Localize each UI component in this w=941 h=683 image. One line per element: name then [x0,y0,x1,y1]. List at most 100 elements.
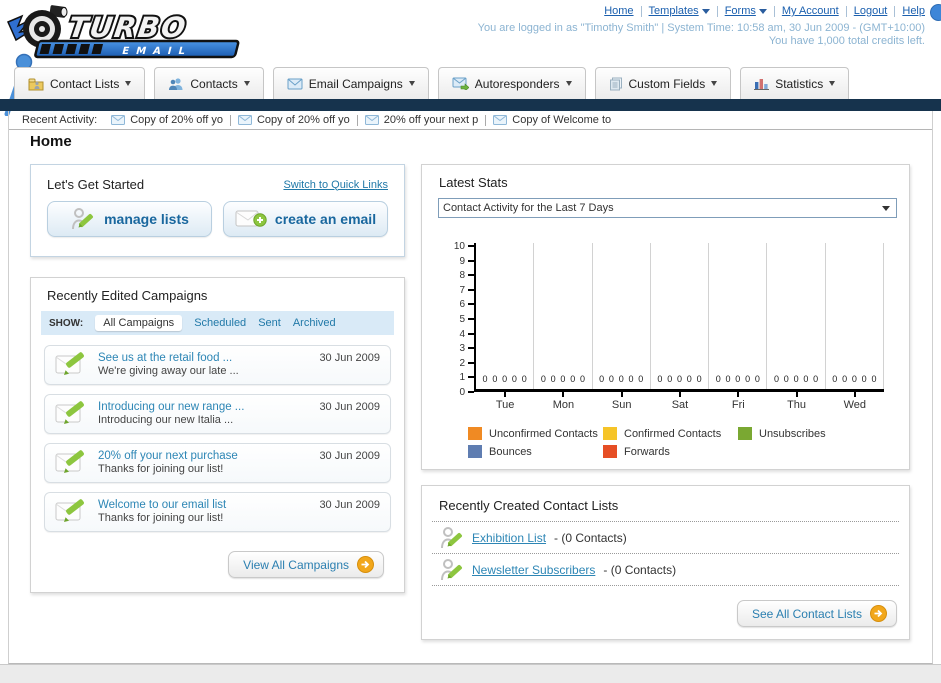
manage-lists-button[interactable]: manage lists [47,201,212,237]
nav-link-help[interactable]: Help [902,5,925,17]
latest-stats-title: Latest Stats [439,175,508,190]
turbo-email-dashboard: TURBO EMAIL Home Templates Forms My Acco… [0,0,941,683]
campaign-list: See us at the retail food ... We're givi… [31,335,404,532]
folder-contacts-icon [28,77,44,91]
campaigns-panel: Recently Edited Campaigns SHOW: All Camp… [30,277,405,593]
nav-separator [845,5,847,17]
tab-label: Contact Lists [50,76,120,91]
tab-label: Contacts [190,76,238,91]
filter-sent[interactable]: Sent [258,317,281,329]
campaign-subtitle: Thanks for joining our list! [98,512,224,525]
tab-statistics[interactable]: Statistics [740,67,850,99]
x-tick-label: Mon [552,399,575,411]
page-footer [0,664,941,683]
create-email-button[interactable]: create an email [223,201,388,237]
nav-link-forms[interactable]: Forms [725,5,767,17]
pages-icon [609,77,623,91]
chart-value-label: 0 [696,374,702,384]
chart-value-label: 0 [754,374,760,384]
chart-legend: Unconfirmed Contacts Confirmed Contacts … [468,427,898,458]
x-tick-mark [562,392,565,397]
campaign-link[interactable]: Welcome to our email list [98,498,310,512]
chart-value-label: 0 [657,374,663,384]
tab-custom-fields[interactable]: Custom Fields [594,67,732,99]
legend-label: Forwards [624,445,670,458]
main-nav-tabs: Contact Lists Contacts Email Campaigns A… [14,67,850,99]
campaign-row[interactable]: Introducing our new range ... Introducin… [44,394,391,434]
chevron-down-icon [565,81,572,86]
nav-link-home[interactable]: Home [604,5,633,17]
legend-swatch [468,427,482,440]
tab-autoresponders[interactable]: Autoresponders [437,67,586,99]
tab-contacts[interactable]: Contacts [154,67,264,99]
legend-label: Bounces [489,445,532,458]
envelope-pencil-icon [55,498,89,526]
filter-scheduled[interactable]: Scheduled [194,317,246,329]
nav-link-logout[interactable]: Logout [854,5,888,17]
chart-value-label: 0 [560,374,566,384]
contact-list-link[interactable]: Exhibition List [472,531,546,545]
people-icon [168,77,184,91]
decorative-dot [930,4,941,21]
tab-contact-lists[interactable]: Contact Lists [14,67,146,99]
y-tick-label: 0 [459,387,465,398]
filter-all-campaigns[interactable]: All Campaigns [95,315,183,331]
x-tick-mark [504,392,507,397]
chart-value-label: 0 [521,374,527,384]
y-tick-label: 1 [459,372,465,384]
view-all-campaigns-label: View All Campaigns [243,557,349,572]
campaign-row[interactable]: See us at the retail food ... We're givi… [44,345,391,385]
envelope-plus-icon [235,208,267,230]
contact-lists-title: Recently Created Contact Lists [439,498,619,513]
contact-list-link[interactable]: Newsletter Subscribers [472,563,595,577]
chevron-down-icon [243,81,250,86]
chevron-down-icon [711,81,718,86]
view-all-campaigns-button[interactable]: View All Campaigns [228,551,384,578]
campaign-row[interactable]: Welcome to our email list Thanks for joi… [44,492,391,532]
see-all-contact-lists-button[interactable]: See All Contact Lists [736,600,897,627]
latest-stats-panel: Latest Stats Contact Activity for the La… [421,164,910,470]
chart-value-label: 0 [735,374,741,384]
campaign-link[interactable]: See us at the retail food ... [98,351,310,365]
switch-quick-links[interactable]: Switch to Quick Links [283,179,388,191]
x-tick-label: Tue [495,399,515,411]
tab-email-campaigns[interactable]: Email Campaigns [272,67,429,99]
chart-gridline [766,243,768,389]
contact-activity-chart: 0 1 2 3 4 5 6 7 8 9 10 000000000000000000000000000… [444,241,888,421]
y-tick-label: 6 [459,299,465,311]
chart-value-label: 0 [783,374,789,384]
chart-value-label: 0 [618,374,624,384]
campaign-filter-bar: SHOW: All Campaigns Scheduled Sent Archi… [41,311,394,335]
chart-value-label: 0 [550,374,556,384]
chart-gridline [649,243,651,389]
envelope-pencil-icon [55,449,89,477]
filter-archived[interactable]: Archived [293,317,336,329]
create-email-label: create an email [274,211,377,227]
bar-chart-icon [754,77,770,90]
contact-lists-panel: Recently Created Contact Lists Exhibitio… [421,485,910,640]
chart-value-label: 0 [580,374,586,384]
campaign-link[interactable]: 20% off your next purchase [98,449,310,463]
chart-value-label: 0 [492,374,498,384]
chart-gridline [591,243,593,389]
page-title: Home [30,133,72,150]
stats-period-select[interactable]: Contact Activity for the Last 7 Days [438,198,897,218]
legend-item-unsubscribes: Unsubscribes [738,427,898,440]
chart-value-label: 0 [813,374,819,384]
nav-separator [640,5,642,17]
x-tick-label: Sun [611,399,632,411]
person-pencil-icon [440,525,464,551]
chart-value-label: 0 [861,374,867,384]
nav-link-templates[interactable]: Templates [649,5,710,17]
nav-link-my-account[interactable]: My Account [782,5,839,17]
legend-label: Unconfirmed Contacts [489,427,598,440]
campaign-date: 30 Jun 2009 [319,352,380,364]
envelope-icon [287,78,303,90]
legend-label: Confirmed Contacts [624,427,722,440]
campaign-link[interactable]: Introducing our new range ... [98,400,310,414]
y-tick-label: 2 [459,357,465,369]
chart-value-label: 0 [540,374,546,384]
chart-gridline [533,243,535,389]
person-pencil-icon [70,206,96,232]
campaign-row[interactable]: 20% off your next purchase Thanks for jo… [44,443,391,483]
